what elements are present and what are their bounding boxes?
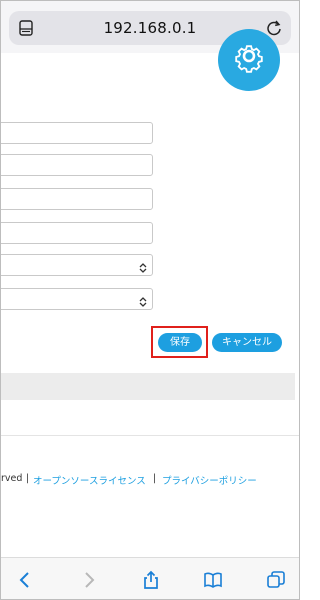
forward-icon[interactable] (79, 570, 99, 590)
save-button-highlight (151, 326, 208, 358)
footer-divider (1, 435, 299, 436)
open-source-license-link[interactable]: オープンソースライセンス (33, 473, 146, 487)
copyright-text: rved (1, 473, 23, 484)
select-field-2[interactable] (1, 288, 153, 310)
browser-toolbar (1, 557, 299, 599)
text-field-3[interactable] (1, 188, 153, 210)
browser-window: 192.168.0.1 保存 キャンセル rved | オープンソースライセンス… (0, 0, 300, 600)
privacy-policy-link[interactable]: プライバシーポリシー (162, 473, 257, 487)
footer-separator: | (153, 473, 157, 484)
select-chevron-icon (139, 293, 147, 307)
select-chevron-icon (139, 259, 147, 273)
select-field-1[interactable] (1, 254, 153, 276)
gear-icon (235, 45, 263, 73)
section-bar (1, 373, 295, 400)
bookmarks-icon[interactable] (203, 570, 223, 590)
share-icon[interactable] (141, 570, 161, 590)
back-icon[interactable] (15, 570, 35, 590)
tabs-icon[interactable] (266, 570, 286, 590)
cancel-button[interactable]: キャンセル (212, 333, 282, 352)
text-field-4[interactable] (1, 222, 153, 244)
text-field-2[interactable] (1, 154, 153, 176)
settings-badge (218, 29, 280, 91)
footer-separator: | (26, 473, 30, 484)
text-field-1[interactable] (1, 122, 153, 144)
